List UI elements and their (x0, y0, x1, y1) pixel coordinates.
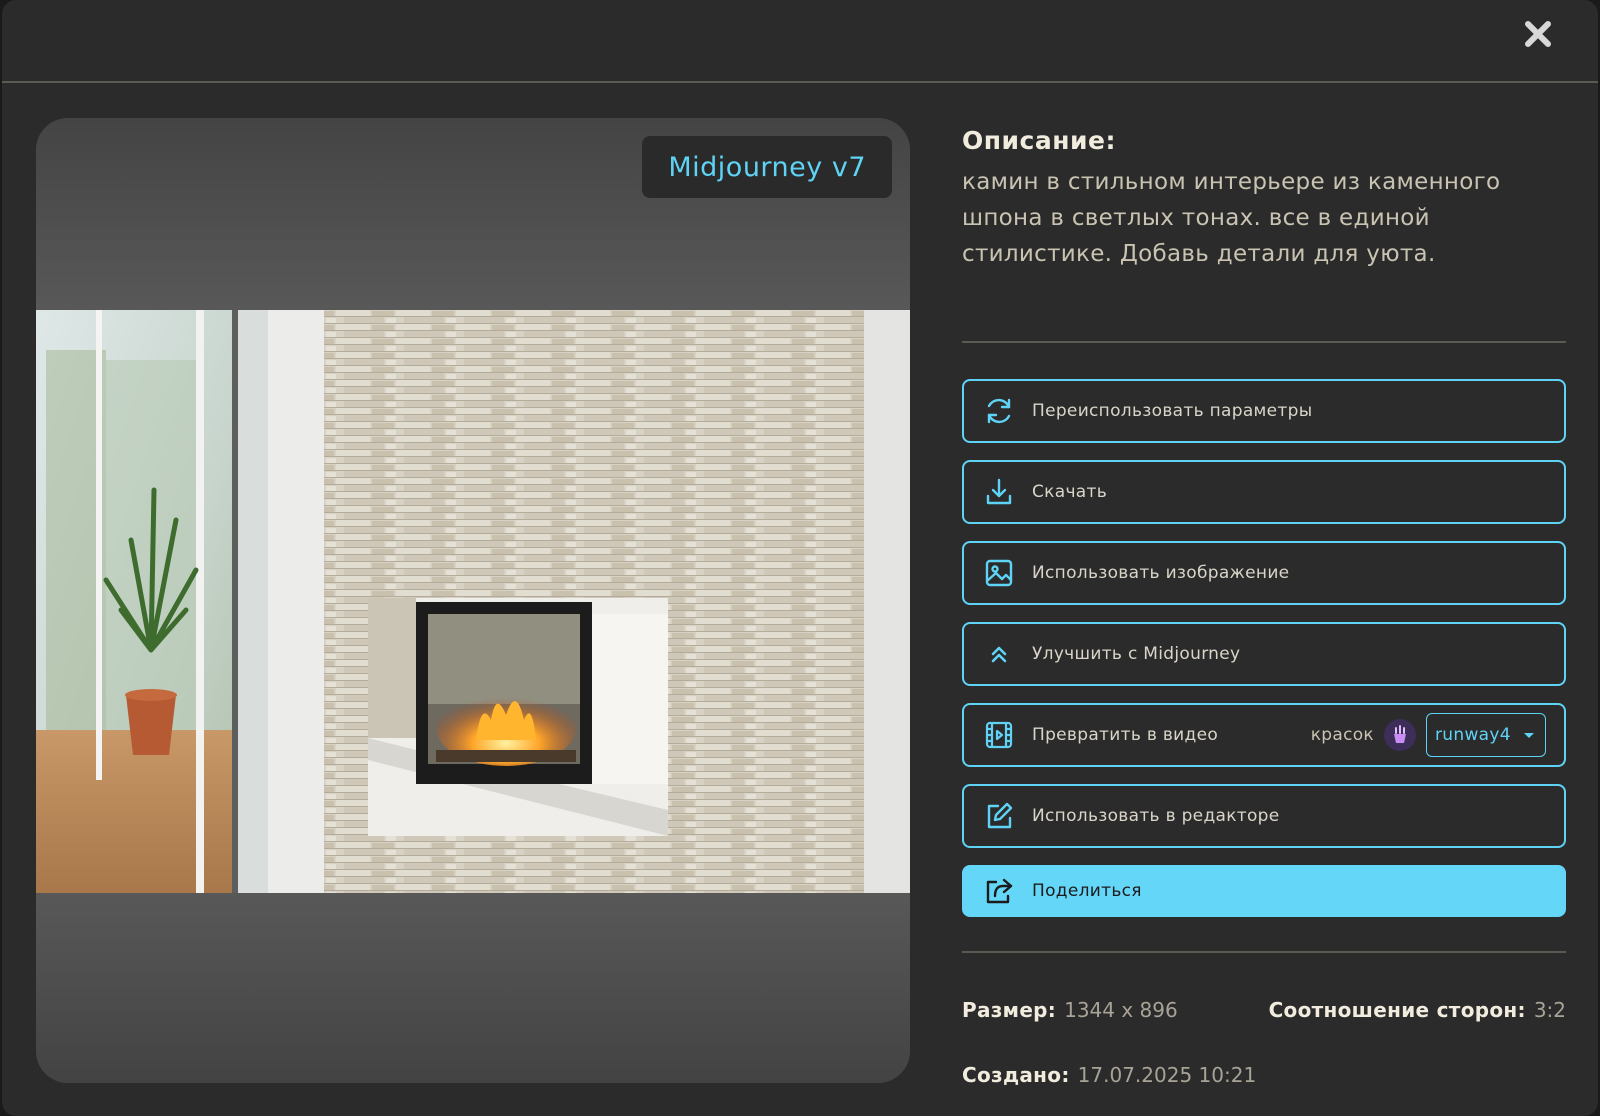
video-model-select[interactable]: runway4 (1426, 713, 1546, 757)
edit-icon (982, 799, 1016, 833)
use-image-label: Использовать изображение (1032, 563, 1290, 583)
close-button[interactable] (1518, 14, 1558, 54)
meta-row-size: Размер: 1344 x 896 Соотношение сторон: 3:2 (962, 998, 1566, 1022)
paint-icon (1384, 719, 1416, 751)
share-button[interactable]: Поделиться (962, 865, 1566, 917)
video-options: красок runway4 (1311, 705, 1546, 765)
created-label: Создано: (962, 1063, 1070, 1087)
image-icon (982, 556, 1016, 590)
description-section: Описание: камин в стильном интерьере из … (962, 126, 1566, 272)
close-icon (1525, 21, 1551, 47)
chevrons-up-icon (982, 637, 1016, 671)
share-icon (982, 874, 1016, 908)
ratio-group: Соотношение сторон: 3:2 (1269, 998, 1566, 1022)
use-in-editor-label: Использовать в редакторе (1032, 806, 1280, 826)
divider-bottom (962, 951, 1566, 953)
video-icon (982, 718, 1016, 752)
ratio-label: Соотношение сторон: (1268, 998, 1526, 1022)
size-label: Размер: (962, 998, 1057, 1022)
description-title: Описание: (962, 126, 1116, 155)
image-preview: Midjourney v7 (36, 118, 910, 1083)
improve-midjourney-label: Улучшить с Midjourney (1032, 644, 1241, 664)
image-details-modal: Midjourney v7 Описание: камин в стильном… (2, 0, 1598, 1116)
reuse-parameters-button[interactable]: Переиспользовать параметры (962, 379, 1566, 443)
share-label: Поделиться (1032, 881, 1142, 901)
modal-header (2, 0, 1598, 83)
divider-top (962, 341, 1566, 343)
download-button[interactable]: Скачать (962, 460, 1566, 524)
created-value: 17.07.2025 10:21 (1077, 1063, 1257, 1087)
generated-image[interactable] (36, 310, 910, 893)
chevron-down-icon (1523, 725, 1535, 745)
ratio-value: 3:2 (1533, 998, 1566, 1022)
improve-midjourney-button[interactable]: Улучшить с Midjourney (962, 622, 1566, 686)
meta-row-created: Создано: 17.07.2025 10:21 (962, 1063, 1566, 1087)
download-icon (982, 475, 1016, 509)
convert-to-video-label: Превратить в видео (1032, 725, 1219, 745)
model-badge: Midjourney v7 (642, 136, 892, 198)
download-label: Скачать (1032, 482, 1108, 502)
refresh-icon (982, 394, 1016, 428)
use-image-button[interactable]: Использовать изображение (962, 541, 1566, 605)
fireplace-image (36, 310, 910, 893)
cost-label: красок (1310, 725, 1374, 745)
description-text: камин в стильном интерьере из каменного … (962, 169, 1501, 267)
preview-backdrop-bottom (36, 893, 910, 1083)
video-model-value: runway4 (1435, 725, 1511, 745)
use-in-editor-button[interactable]: Использовать в редакторе (962, 784, 1566, 848)
convert-to-video-button[interactable]: Превратить в видео красок runway4 (962, 703, 1566, 767)
size-value: 1344 x 896 (1064, 998, 1178, 1022)
reuse-parameters-label: Переиспользовать параметры (1032, 401, 1313, 421)
